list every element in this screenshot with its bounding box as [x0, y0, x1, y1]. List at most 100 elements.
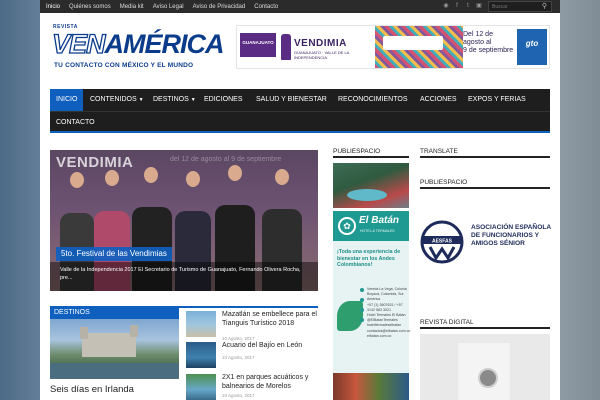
nav-item-destinos[interactable]: DESTINOS ▼	[147, 89, 202, 111]
top-bar: Inicio Quiénes somos Media kit Aviso Leg…	[40, 0, 560, 13]
featured-slider[interactable]: VENDIMIA del 12 de agosto al 9 de septie…	[50, 150, 318, 291]
castle-tower	[130, 325, 138, 337]
page: Inicio Quiénes somos Media kit Aviso Leg…	[40, 0, 560, 400]
site-logo[interactable]: REVISTA VENAMÉRICA TU CONTACTO CON MÉXIC…	[50, 24, 224, 74]
translate-header: TRANSLATE	[420, 148, 550, 158]
featured-article-title[interactable]: Seis días en Irlanda	[50, 384, 134, 395]
el-batan-logo[interactable]: ✿ El Batán HOTEL & TERMALES	[333, 211, 409, 241]
nav-item-salud[interactable]: SALUD Y BIENESTAR	[250, 89, 333, 111]
nav-item-reconocimientos[interactable]: RECONOCIMIENTOS	[332, 89, 414, 111]
news-title[interactable]: 2X1 en parques acuáticos y balnearios de…	[222, 374, 318, 391]
slide-excerpt: Valle de la Independencia 2017 El Secret…	[50, 262, 318, 291]
banner-card	[383, 36, 443, 50]
top-link-contacto[interactable]: Contacto	[254, 4, 278, 10]
top-links: Inicio Quiénes somos Media kit Aviso Leg…	[46, 0, 278, 13]
news-item[interactable]: Mazatlán se embellece para el Tianguis T…	[186, 311, 318, 341]
castle-tower	[80, 327, 88, 339]
slide-person-head	[70, 172, 84, 188]
facebook-icon[interactable]: f	[453, 2, 461, 10]
news-item[interactable]: 2X1 en parques acuáticos y balnearios de…	[186, 374, 318, 400]
news-thumbnail	[186, 342, 216, 368]
revista-digital-header: REVISTA DIGITAL	[420, 319, 550, 329]
banner-artwork	[375, 26, 463, 68]
slide-caption[interactable]: 5to. Festival de las Vendimias	[56, 247, 172, 261]
banner-date-line: 9 de septiembre	[463, 47, 514, 54]
nav-item-expos[interactable]: EXPOS Y FERIAS	[462, 89, 532, 111]
section-title-destinos[interactable]: DESTINOS	[50, 307, 179, 319]
nav-item-inicio[interactable]: INICIO	[50, 89, 84, 111]
news-date: 10 Agosto, 2017	[222, 393, 255, 398]
promo-address: Vereda La Vega, Colonia Boyacá, Colombia…	[367, 287, 410, 339]
logo-wordmark: VENAMÉRICA	[51, 28, 225, 60]
header-banner-ad[interactable]: GUANAJUATO VENDIMIA GUANAJUATO · VALLE D…	[236, 25, 550, 69]
top-link-media-kit[interactable]: Media kit	[120, 4, 144, 10]
slide-background-text: VENDIMIA	[56, 154, 134, 171]
news-title[interactable]: Mazatlán se embellece para el Tianguis T…	[222, 311, 318, 328]
lake-shape	[50, 363, 179, 379]
top-link-aviso-privacidad[interactable]: Aviso de Privacidad	[193, 4, 246, 10]
promo-text: ¡Toda una experiencia de bienestar en lo…	[337, 249, 401, 269]
instagram-icon[interactable]: ▣	[475, 2, 483, 10]
logo-america: AMÉRICA	[104, 29, 225, 59]
sidebar-right: TRANSLATE PUBLIESPACIO AESFAS ASOCIACIÓN…	[420, 148, 551, 400]
address-line: elbatan.com.co	[367, 333, 392, 338]
slide-person-head	[275, 169, 289, 185]
search-input[interactable]	[492, 3, 536, 11]
slide-person-head	[186, 171, 200, 187]
batan-subtitle: HOTEL & TERMALES	[360, 229, 395, 233]
caret-down-icon: ▼	[138, 97, 144, 103]
news-title[interactable]: Acuario del Bajío en León	[222, 342, 318, 351]
news-date: 10 Agosto, 2017	[222, 336, 255, 341]
search-icon[interactable]: ⚲	[540, 2, 549, 11]
gto-logo: gto	[517, 29, 547, 65]
news-item[interactable]: Acuario del Bajío en León 10 Agosto, 201…	[186, 342, 318, 372]
news-date: 10 Agosto, 2017	[222, 355, 255, 360]
aesfas-text: ASOCIACIÓN ESPAÑOLA DE FUNCIONARIOS Y AM…	[471, 224, 551, 248]
news-thumbnail	[186, 311, 216, 337]
nav-item-label: CONTENIDOS	[90, 96, 137, 103]
rss-icon[interactable]: ◉	[442, 2, 450, 10]
news-thumbnail	[186, 374, 216, 400]
banner-date-line: agosto al	[463, 39, 492, 46]
nav-item-contenidos[interactable]: CONTENIDOS ▼	[84, 89, 150, 111]
nav-item-label: DESTINOS	[153, 96, 189, 103]
search-box: ⚲	[488, 1, 552, 12]
sidebar-ad-photo-2[interactable]	[333, 373, 409, 400]
batan-name: El Batán	[359, 215, 400, 226]
nav-divider	[50, 111, 550, 112]
castle-shape	[82, 333, 136, 357]
aesfas-label: AESFAS	[432, 239, 453, 245]
address-line: hotelitermaleselbatan	[367, 323, 402, 328]
aesfas-ad[interactable]: AESFAS ASOCIACIÓN ESPAÑOLA DE FUNCIONARI…	[420, 220, 551, 266]
nav-item-ediciones[interactable]: EDICIONES	[198, 89, 249, 111]
social-links: ◉ f t ▣	[442, 2, 483, 10]
top-link-aviso-legal[interactable]: Aviso Legal	[153, 4, 184, 10]
publiespacio-header: PUBLIESPACIO	[420, 179, 550, 189]
vendimia-subtitle: GUANAJUATO · VALLE DE LA INDEPENDENCIA	[294, 50, 350, 60]
logo-ven: VEN	[51, 28, 106, 59]
sidebar-ad-photo[interactable]	[333, 163, 409, 208]
address-line: +57 (1) 3607631 / +57 3142 583 3021	[367, 302, 403, 312]
nav-accent-line	[50, 131, 550, 133]
slide-person-head	[144, 167, 158, 183]
main-nav: INICIO CONTENIDOS ▼ DESTINOS ▼ EDICIONES S…	[50, 89, 550, 133]
logo-tagline: TU CONTACTO CON MÉXICO Y EL MUNDO	[54, 62, 194, 69]
bullet-icon	[360, 288, 364, 292]
slide-person-head	[228, 165, 242, 181]
vendimia-logo: VENDIMIA GUANAJUATO · VALLE DE LA INDEPE…	[281, 34, 377, 62]
slide-background-subtext: del 12 de agosto al 9 de septiembre	[170, 156, 282, 163]
sidebar-publiespacio: PUBLIESPACIO ✿ El Batán HOTEL & TERMALES…	[333, 148, 410, 400]
twitter-icon[interactable]: t	[464, 2, 472, 10]
top-link-inicio[interactable]: Inicio	[46, 4, 60, 10]
loading-icon	[478, 368, 498, 388]
address-line: Boyacá, Colombia, Sur América	[367, 292, 404, 302]
featured-article-image[interactable]	[50, 319, 179, 379]
nav-item-acciones[interactable]: ACCIONES	[414, 89, 463, 111]
batan-promo[interactable]: ¡Toda una experiencia de bienestar en lo…	[333, 241, 410, 376]
revista-digital-viewer[interactable]	[420, 334, 550, 400]
sidebar-header: PUBLIESPACIO	[333, 148, 409, 158]
section-title-text: DESTINOS	[54, 309, 90, 316]
top-link-quienes-somos[interactable]: Quiénes somos	[69, 4, 111, 10]
banner-dates: Del 12 de agosto al 9 de septiembre	[463, 31, 515, 55]
bullet-icon	[360, 298, 364, 302]
